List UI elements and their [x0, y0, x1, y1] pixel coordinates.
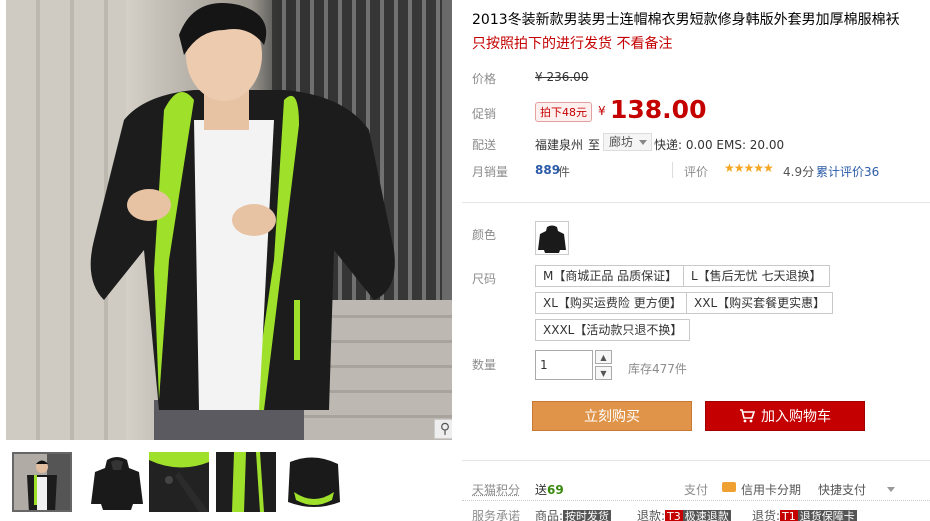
destination-value: 廊坊	[609, 135, 634, 149]
divider	[672, 162, 673, 178]
thumbnail-2[interactable]	[87, 452, 147, 512]
promise-return: 退货: T1 退货保障卡	[752, 507, 857, 521]
price-label: 价格	[472, 72, 497, 86]
credit-card-icon	[722, 482, 736, 492]
color-swatch-black[interactable]	[535, 221, 569, 255]
promise-prefix: 退货:	[752, 509, 781, 521]
ship-from: 福建泉州	[535, 138, 584, 152]
cart-icon	[740, 409, 755, 423]
promo-price: 138.00	[610, 95, 707, 124]
reviews-link[interactable]: 累计评价36	[816, 163, 879, 180]
promise-tag: 极速退款	[682, 510, 731, 521]
buy-now-button[interactable]: 立刻购买	[532, 401, 692, 431]
shipping-fees: 快递: 0.00 EMS: 20.00	[654, 138, 785, 152]
color-label: 颜色	[472, 228, 497, 242]
promise-label: 服务承诺	[472, 509, 521, 521]
quantity-down-button[interactable]: ▼	[595, 366, 612, 380]
dotted-divider	[462, 500, 930, 501]
promise-code: T3	[665, 510, 683, 521]
main-product-image[interactable]: ⚲	[6, 0, 452, 440]
quantity-input[interactable]: 1	[535, 350, 593, 380]
rating-score: 4.9分	[783, 165, 815, 179]
shipping-label: 配送	[472, 138, 497, 152]
section-divider	[462, 202, 930, 203]
section-divider	[462, 460, 930, 461]
rating-label: 评价	[684, 165, 709, 179]
product-page: ⚲ 2013冬装新款男装男士连帽棉衣男短款修身韩版外套男加厚棉服棉袄 只按照拍下…	[0, 0, 930, 521]
thumbnail-3[interactable]	[149, 452, 209, 512]
model-figure	[90, 3, 395, 440]
promise-goods: 商品: 按时发货	[535, 507, 612, 521]
currency-symbol: ¥	[598, 104, 606, 118]
thumbnail-5[interactable]	[284, 452, 344, 512]
promo-badge: 拍下48元	[535, 102, 592, 122]
add-to-cart-label: 加入购物车	[761, 409, 831, 425]
thumbnail-strip	[12, 452, 352, 512]
promise-prefix: 商品:	[535, 509, 564, 521]
promise-tag: 按时发货	[563, 510, 612, 521]
thumbnail-4[interactable]	[216, 452, 276, 512]
credit-installment[interactable]: 信用卡分期	[741, 481, 801, 498]
points-label[interactable]: 天猫积分	[472, 481, 520, 498]
sales-label: 月销量	[472, 165, 509, 179]
sales-unit: 件	[558, 165, 571, 179]
size-option-l[interactable]: L【售后无忧 七天退换】	[683, 265, 830, 287]
star-rating-icon: ★★★★★	[724, 161, 774, 175]
size-option-xxxl[interactable]: XXXL【活动款只退不换】	[535, 319, 691, 341]
buy-now-label: 立刻购买	[584, 409, 640, 425]
points-number: 69	[547, 483, 564, 497]
quantity-label: 数量	[472, 358, 497, 372]
stock-count: 库存477件	[628, 362, 687, 376]
promo-label: 促销	[472, 107, 497, 121]
original-price: ¥ 236.00	[535, 70, 589, 84]
chevron-down-icon	[639, 140, 648, 145]
size-label: 尺码	[472, 272, 497, 286]
sales-count: 889	[535, 163, 561, 177]
size-option-xl[interactable]: XL【购买运费险 更方便】	[535, 292, 690, 314]
payment-label: 支付	[684, 483, 709, 497]
quantity-up-button[interactable]: ▲	[595, 350, 612, 364]
quick-pay[interactable]: 快捷支付	[818, 481, 866, 498]
promise-code: T1	[780, 510, 798, 521]
product-title: 2013冬装新款男装男士连帽棉衣男短款修身韩版外套男加厚棉服棉袄	[472, 12, 900, 28]
chevron-down-icon[interactable]	[887, 487, 895, 492]
destination-select[interactable]: 廊坊	[603, 133, 653, 151]
promise-tag: 退货保障卡	[797, 510, 857, 521]
zoom-icon[interactable]: ⚲	[434, 419, 452, 439]
size-option-xxl[interactable]: XXL【购买套餐更实惠】	[686, 292, 834, 314]
size-option-m[interactable]: M【商城正品 品质保证】	[535, 265, 686, 287]
ship-to-word: 至	[588, 138, 601, 152]
points-value: 送69	[535, 481, 564, 498]
promise-refund: 退款: T3 极速退款	[637, 507, 731, 521]
product-subtitle: 只按照拍下的进行发货 不看备注	[472, 36, 673, 52]
points-prefix: 送	[535, 483, 548, 497]
add-to-cart-button[interactable]: 加入购物车	[705, 401, 865, 431]
promise-prefix: 退款:	[637, 509, 666, 521]
thumbnail-1[interactable]	[12, 452, 72, 512]
